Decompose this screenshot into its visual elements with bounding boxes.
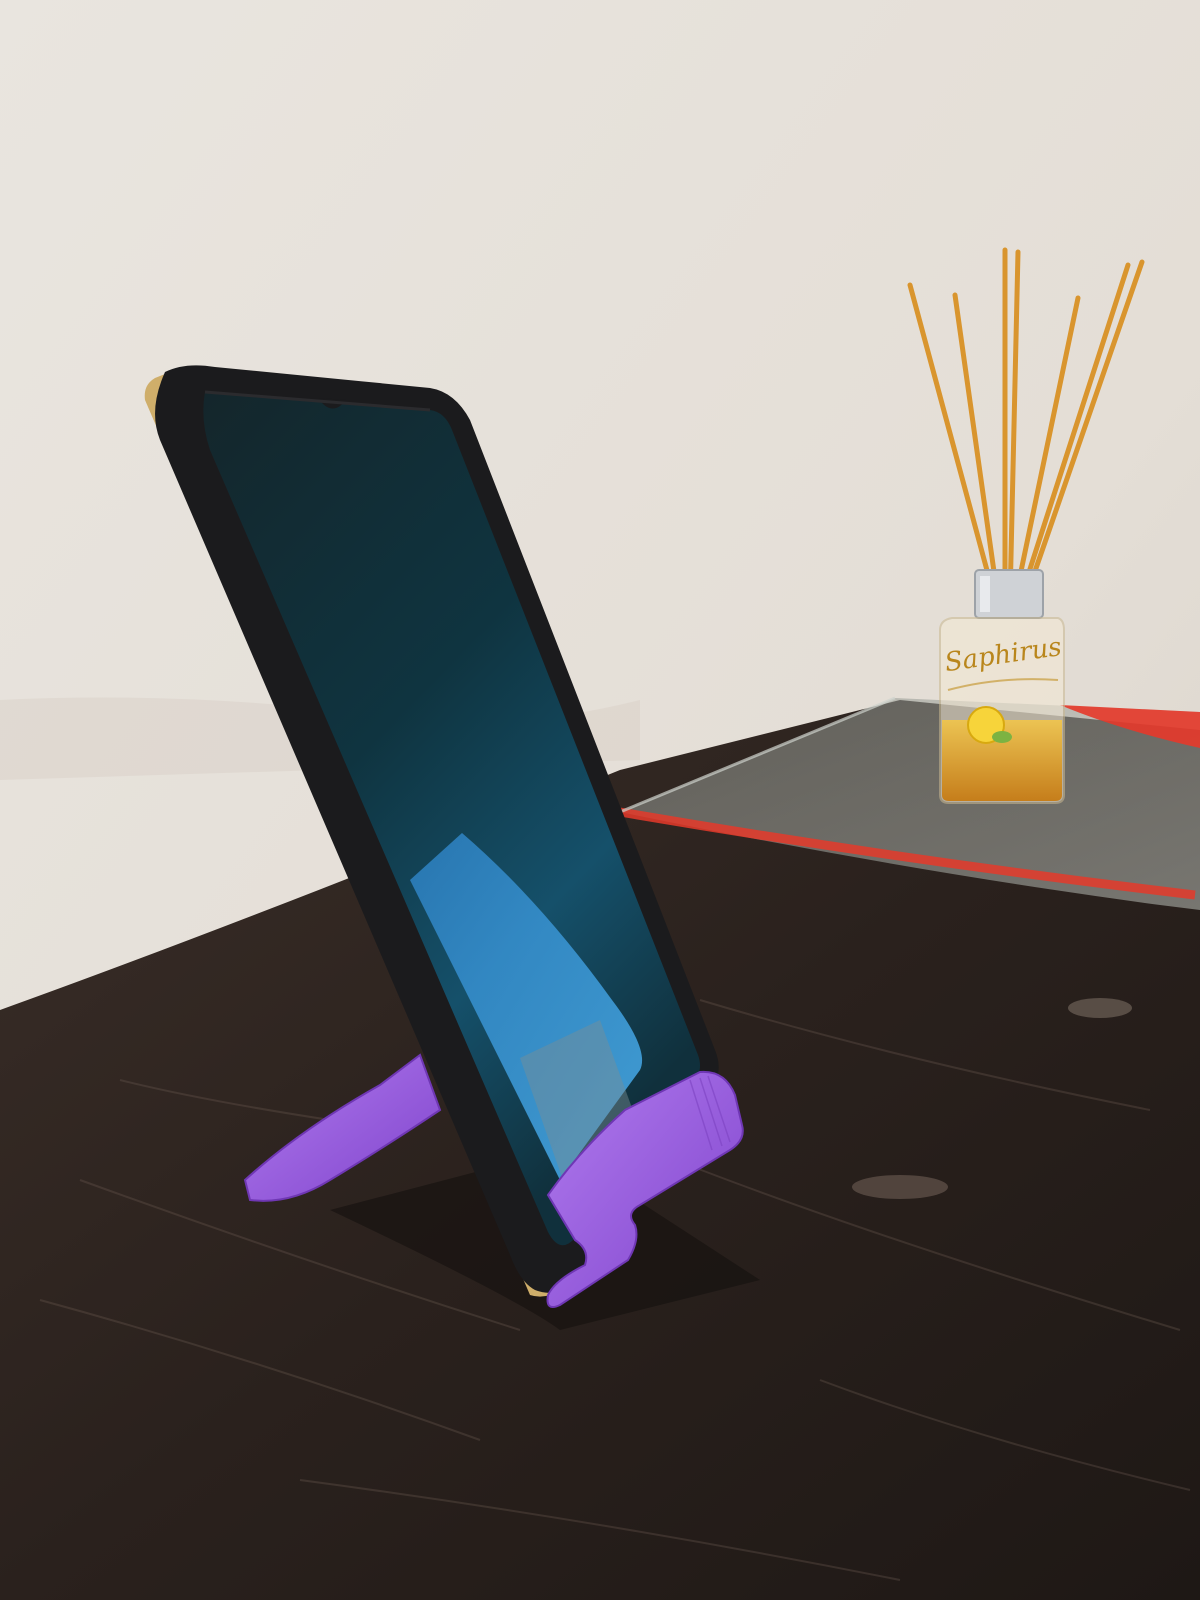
photo-scene: Saphirus xyxy=(0,0,1200,1600)
table-knot xyxy=(852,1175,948,1199)
scene-drawing: Saphirus xyxy=(0,0,1200,1600)
table-mark xyxy=(1068,998,1132,1018)
